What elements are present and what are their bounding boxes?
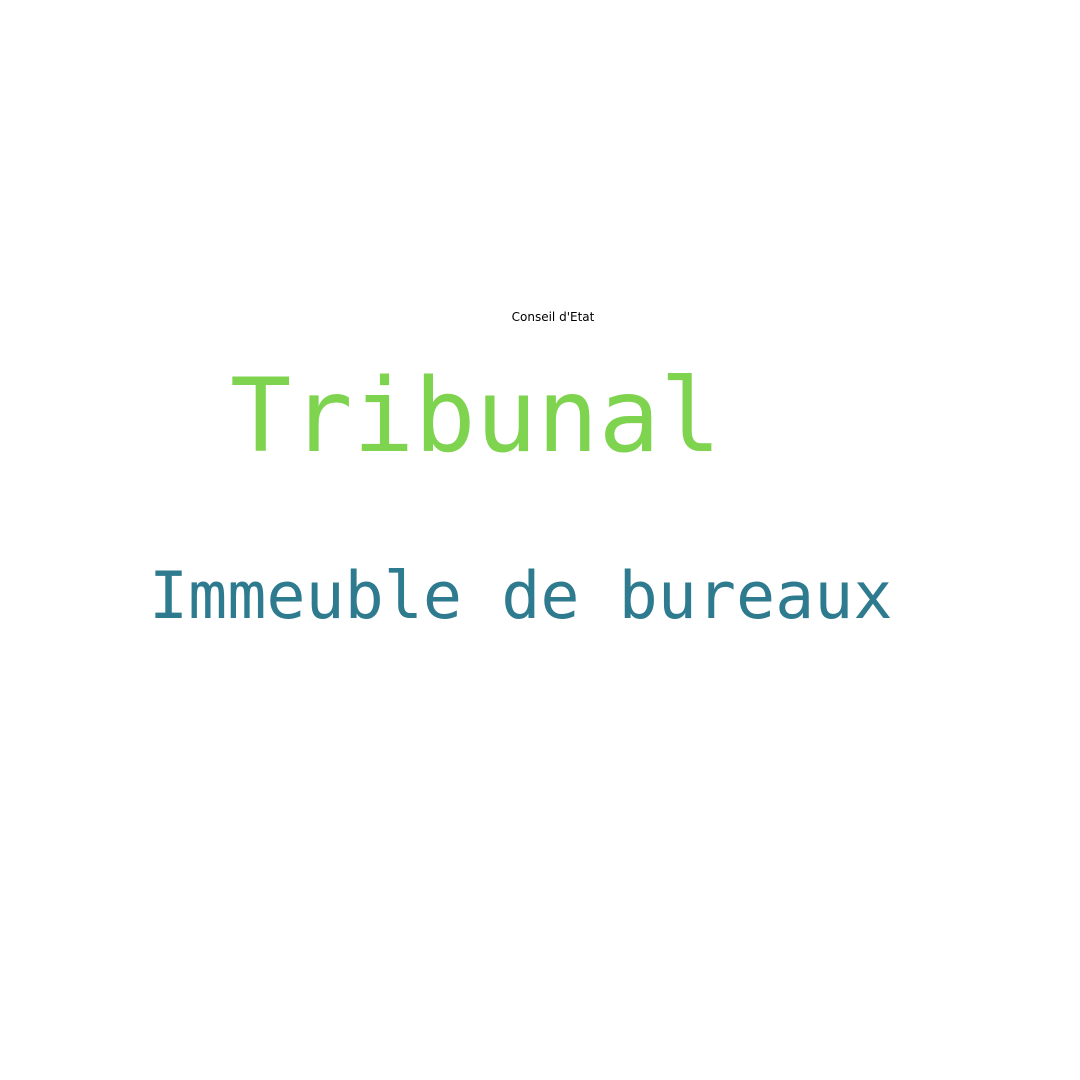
word-cloud-word: Immeuble de bureaux bbox=[149, 559, 893, 634]
word-cloud-title: Conseil d'Etat bbox=[511, 310, 595, 324]
word-cloud-word: Tribunal bbox=[230, 357, 722, 476]
word-cloud-canvas: Conseil d'Etat Tribunal Immeuble de bure… bbox=[0, 0, 1080, 1080]
